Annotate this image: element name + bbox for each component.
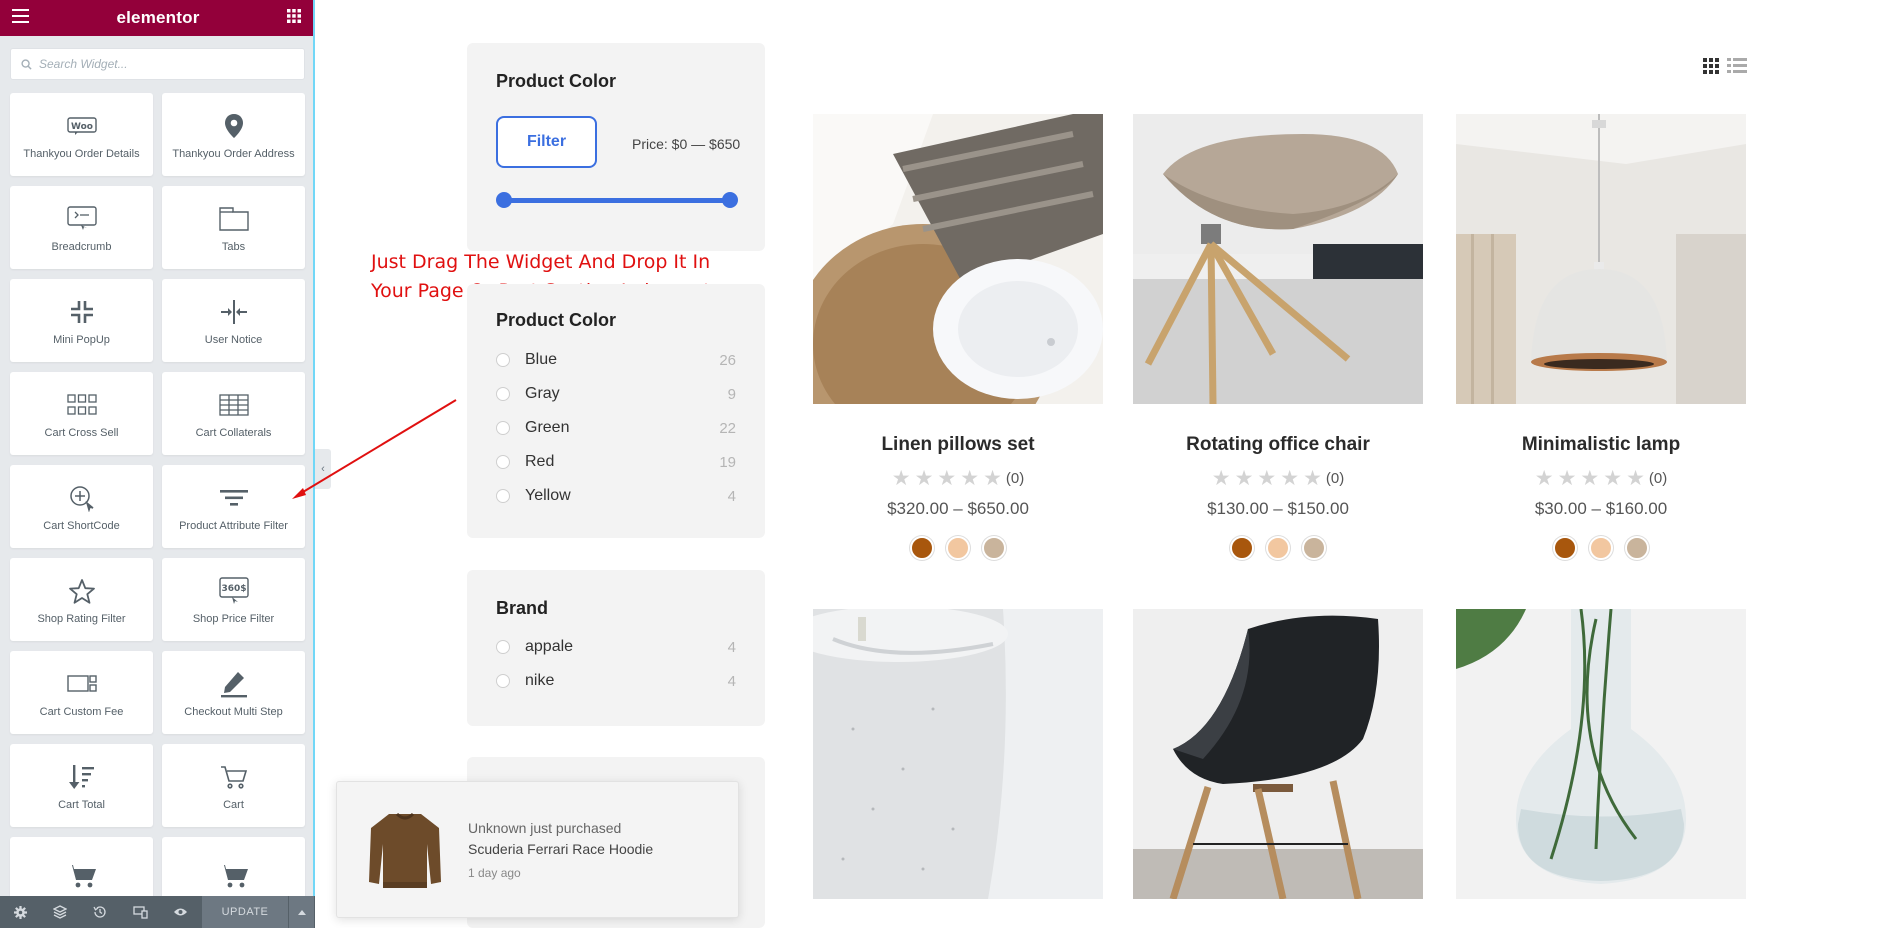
- star-icon: ★: [1257, 467, 1277, 490]
- filter-option[interactable]: Blue 26: [496, 350, 736, 370]
- star-icon: ★: [1580, 467, 1600, 490]
- star-icon: ★: [1626, 467, 1645, 490]
- product-image-black-chair[interactable]: [1133, 609, 1423, 899]
- card-title: Brand: [496, 598, 549, 618]
- star-icon: ★: [891, 467, 911, 490]
- product-name[interactable]: Linen pillows set: [813, 434, 1103, 456]
- product-card-minimalistic-lamp[interactable]: Minimalistic lamp ★ ★ ★ ★ ★ (0) $30.00 – $16…: [1456, 114, 1746, 560]
- product-rating: ★ ★ ★ ★ ★ (0): [813, 468, 1103, 489]
- radio-button[interactable]: [496, 353, 510, 367]
- color-swatch[interactable]: [1589, 536, 1613, 560]
- color-swatch[interactable]: [1266, 536, 1290, 560]
- star-icon: ★: [1603, 467, 1623, 490]
- notification-time: 1 day ago: [468, 866, 521, 880]
- product-image-glass-vase[interactable]: [1456, 609, 1746, 899]
- product-price: $130.00 – $150.00: [1207, 499, 1349, 518]
- product-name[interactable]: Rotating office chair: [1133, 434, 1423, 456]
- page: elementor Search Widget... Woo Thankyou …: [0, 0, 1896, 928]
- color-filter-card: Product Color Blue 26 Gray 9 Green 22 Red 19…: [467, 284, 765, 538]
- radio-button[interactable]: [496, 421, 510, 435]
- notification-product-name[interactable]: Scuderia Ferrari Race Hoodie: [468, 841, 653, 857]
- filter-option[interactable]: nike 4: [496, 671, 736, 691]
- radio-button[interactable]: [496, 640, 510, 654]
- product-card-linen-pillows[interactable]: Linen pillows set ★ ★ ★ ★ ★ (0) $320.00 – $6…: [813, 114, 1103, 560]
- view-switcher: [1703, 58, 1747, 79]
- color-swatches: [1456, 536, 1746, 560]
- product-card-office-chair[interactable]: Rotating office chair ★ ★ ★ ★ ★ (0) $130.00 …: [1133, 114, 1423, 560]
- filter-option[interactable]: Gray 9: [496, 384, 736, 404]
- filter-option[interactable]: appale 4: [496, 637, 736, 657]
- product-image-candle[interactable]: [813, 609, 1103, 899]
- radio-button[interactable]: [496, 387, 510, 401]
- product-rating: ★ ★ ★ ★ ★ (0): [1133, 468, 1423, 489]
- filter-option[interactable]: Red 19: [496, 452, 736, 472]
- rating-count: (0): [1648, 470, 1668, 487]
- star-icon: ★: [914, 467, 934, 490]
- color-swatch[interactable]: [1302, 536, 1326, 560]
- color-swatches: [1133, 536, 1423, 560]
- radio-button[interactable]: [496, 489, 510, 503]
- star-icon: ★: [1534, 467, 1554, 490]
- color-swatch[interactable]: [946, 536, 970, 560]
- color-swatch[interactable]: [1625, 536, 1649, 560]
- filter-option[interactable]: Yellow 4: [496, 486, 736, 506]
- product-rating: ★ ★ ★ ★ ★ (0): [1456, 468, 1746, 489]
- color-swatch[interactable]: [910, 536, 934, 560]
- filter-option[interactable]: Green 22: [496, 418, 736, 438]
- product-price: $320.00 – $650.00: [887, 499, 1029, 518]
- list-view-icon[interactable]: [1727, 58, 1747, 79]
- notification-title: Unknown just purchased: [468, 820, 622, 836]
- color-swatch[interactable]: [1230, 536, 1254, 560]
- radio-button[interactable]: [496, 455, 510, 469]
- product-name[interactable]: Minimalistic lamp: [1456, 434, 1746, 456]
- product-image[interactable]: [1133, 114, 1423, 404]
- recent-purchase-notification[interactable]: Unknown just purchased Scuderia Ferrari …: [336, 781, 739, 918]
- radio-button[interactable]: [496, 674, 510, 688]
- product-image[interactable]: [813, 114, 1103, 404]
- product-thumbnail: [367, 808, 443, 892]
- product-image[interactable]: [1456, 114, 1746, 404]
- star-icon: ★: [1234, 467, 1254, 490]
- star-icon: ★: [1303, 467, 1322, 490]
- star-icon: ★: [960, 467, 980, 490]
- color-swatches: [813, 536, 1103, 560]
- card-title: Product Color: [496, 310, 616, 330]
- brand-filter-card: Brand appale 4 nike 4: [467, 570, 765, 726]
- star-icon: ★: [1280, 467, 1300, 490]
- rating-count: (0): [1325, 470, 1345, 487]
- star-icon: ★: [1211, 467, 1231, 490]
- star-icon: ★: [937, 467, 957, 490]
- product-price: $30.00 – $160.00: [1534, 499, 1668, 518]
- star-icon: ★: [983, 467, 1002, 490]
- color-swatch[interactable]: [1553, 536, 1577, 560]
- color-swatch[interactable]: [982, 536, 1006, 560]
- grid-view-icon[interactable]: [1703, 58, 1719, 79]
- star-icon: ★: [1557, 467, 1577, 490]
- rating-count: (0): [1005, 470, 1025, 487]
